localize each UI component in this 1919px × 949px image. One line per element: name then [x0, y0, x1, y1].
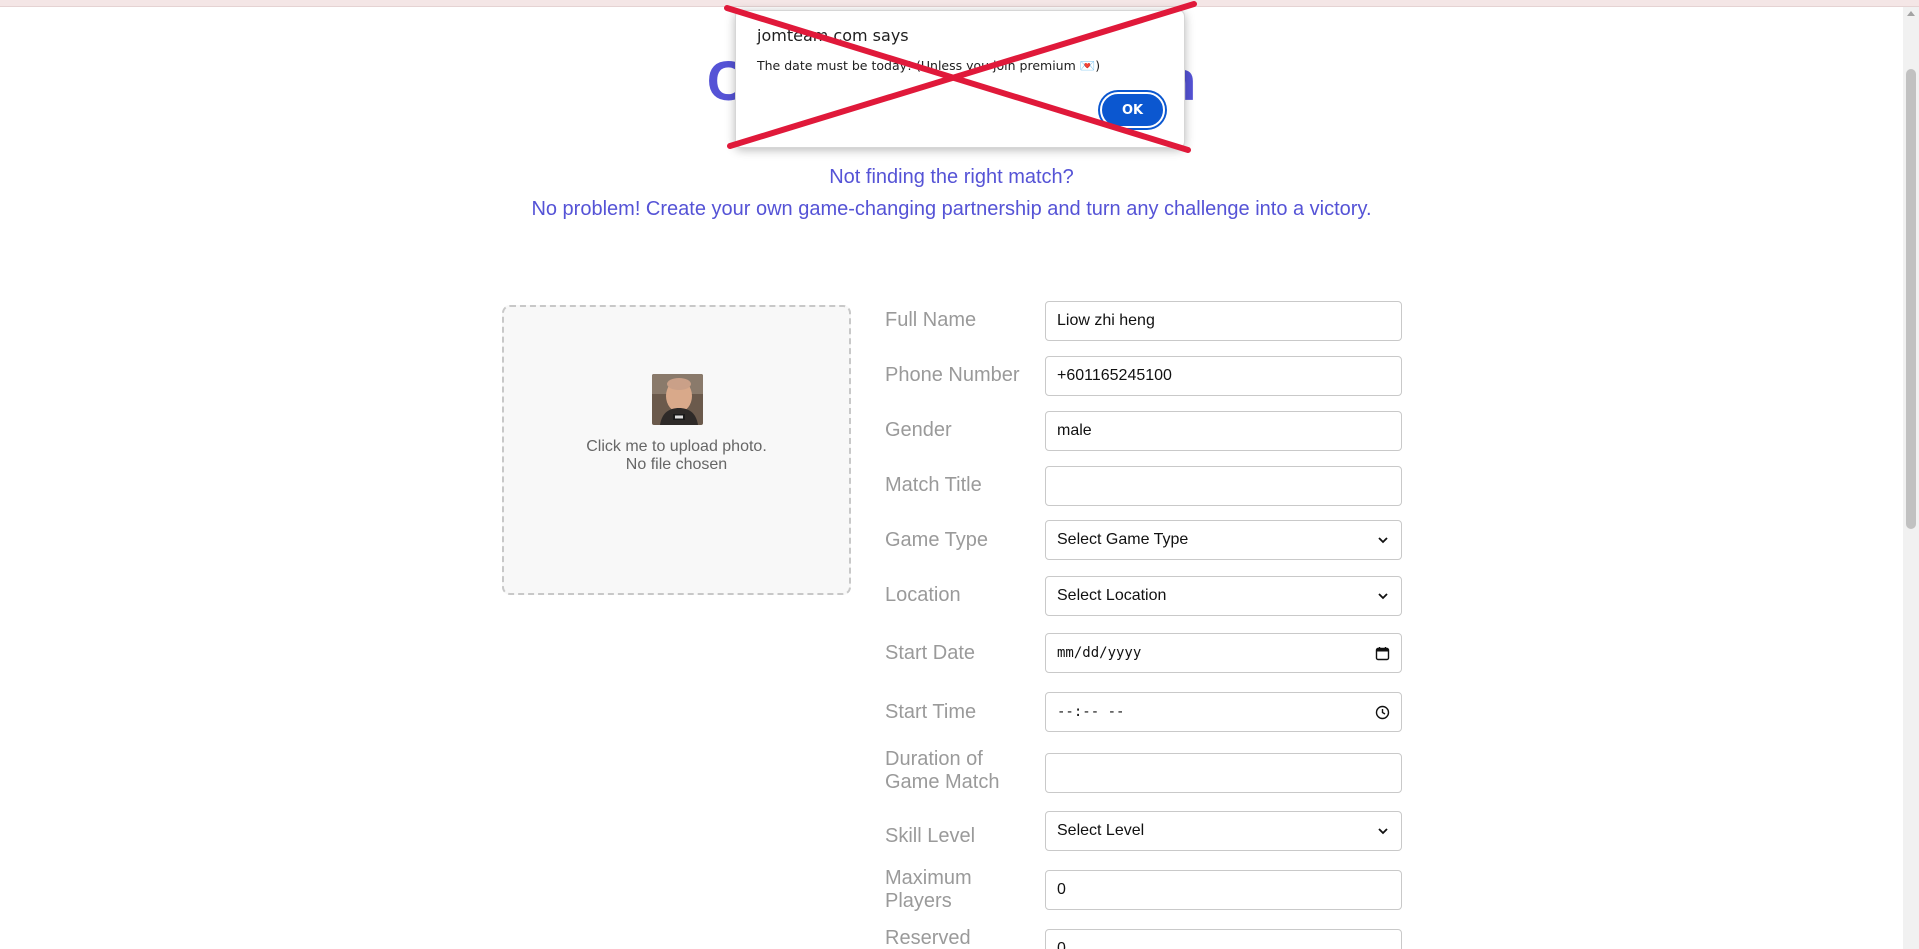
start-date-label: Start Date — [885, 642, 976, 664]
start-date-input[interactable]: mm/dd/yyyy — [1045, 633, 1402, 673]
chevron-down-icon — [1378, 828, 1388, 835]
start-time-value: --:-- -- — [1057, 704, 1125, 720]
profile-photo-icon — [652, 374, 703, 425]
location-select[interactable]: Select Location — [1045, 576, 1402, 616]
duration-label: Duration of Game Match — [885, 748, 1000, 793]
reserved-value: 0 — [1057, 940, 1066, 949]
start-time-label: Start Time — [885, 701, 977, 723]
skill-level-label: Skill Level — [885, 825, 976, 847]
start-time-input[interactable]: --:-- -- — [1045, 692, 1402, 732]
alert-dialog: jomteam.com says The date must be today!… — [735, 10, 1185, 148]
max-players-value: 0 — [1057, 881, 1066, 898]
chevron-down-icon — [1378, 537, 1388, 544]
gender-value: male — [1057, 422, 1092, 439]
full-name-label: Full Name — [885, 309, 977, 331]
skill-level-select[interactable]: Select Level — [1045, 811, 1402, 851]
calendar-icon[interactable] — [1375, 646, 1390, 661]
scrollbar-thumb[interactable] — [1906, 69, 1916, 529]
max-players-label: Maximum Players — [885, 867, 972, 912]
game-type-selected: Select Game Type — [1057, 531, 1189, 548]
photo-upload-dropzone[interactable]: Click me to upload photo. No file chosen — [502, 305, 851, 595]
gender-label: Gender — [885, 419, 952, 441]
dialog-title: jomteam.com says — [757, 26, 909, 45]
phone-label: Phone Number — [885, 364, 1020, 386]
dialog-message: The date must be today! (Unless you join… — [757, 58, 1101, 73]
full-name-value: Liow zhi heng — [1057, 312, 1155, 329]
subtitle-line-2: No problem! Create your own game-changin… — [531, 198, 1372, 220]
reserved-input[interactable]: 0 — [1045, 929, 1402, 949]
gender-input[interactable]: male — [1045, 411, 1402, 451]
start-date-value: mm/dd/yyyy — [1057, 645, 1142, 661]
location-selected: Select Location — [1057, 587, 1167, 604]
game-type-select[interactable]: Select Game Type — [1045, 520, 1402, 560]
max-players-input[interactable]: 0 — [1045, 870, 1402, 910]
upload-instruction: Click me to upload photo. — [586, 438, 767, 455]
chevron-down-icon — [1378, 593, 1388, 600]
vertical-scrollbar[interactable] — [1903, 7, 1919, 949]
clock-icon[interactable] — [1375, 705, 1390, 720]
scroll-up-arrow-icon[interactable] — [1907, 11, 1915, 16]
match-title-input[interactable] — [1045, 466, 1402, 506]
subtitle-line-1: Not finding the right match? — [829, 166, 1074, 188]
phone-input[interactable]: +601165245100 — [1045, 356, 1402, 396]
game-type-label: Game Type — [885, 529, 989, 551]
browser-top-strip — [0, 0, 1919, 7]
skill-level-selected: Select Level — [1057, 822, 1145, 839]
ok-button[interactable]: OK — [1100, 92, 1165, 128]
upload-file-status: No file chosen — [625, 456, 728, 473]
avatar — [652, 374, 703, 425]
match-title-label: Match Title — [885, 474, 982, 496]
create-match-page: Create Your Match Not finding the right … — [0, 7, 1903, 949]
location-label: Location — [885, 584, 961, 606]
duration-input[interactable] — [1045, 753, 1402, 793]
full-name-input[interactable]: Liow zhi heng — [1045, 301, 1402, 341]
reserved-label: Reserved — [885, 927, 971, 949]
phone-value: +601165245100 — [1057, 367, 1172, 384]
